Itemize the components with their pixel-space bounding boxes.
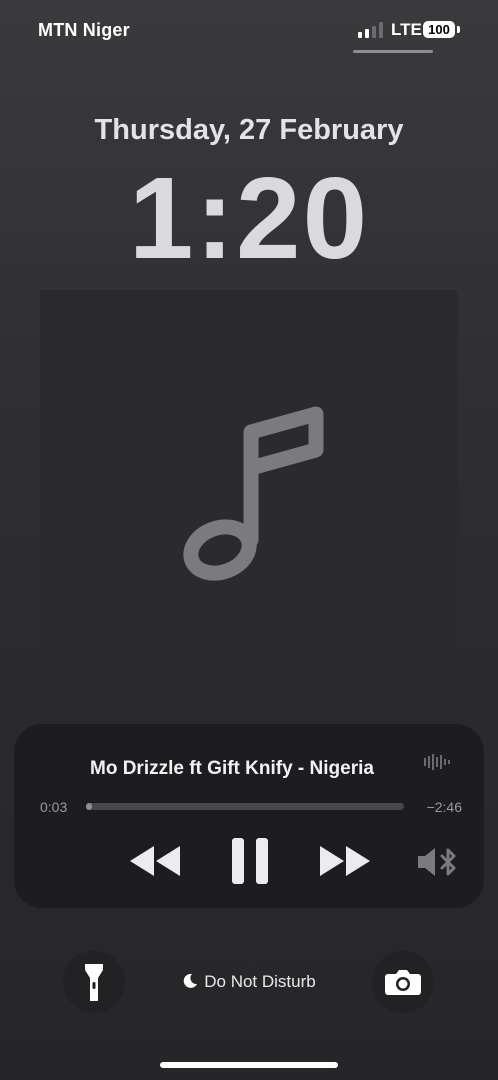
camera-icon [385,970,421,995]
focus-label: Do Not Disturb [204,972,316,991]
lockscreen-time: 1:20 [128,153,370,283]
progress-fill [86,803,93,810]
music-note-icon [183,406,324,581]
moon-icon [183,973,198,988]
carrier-name: MTN Niger [38,20,130,40]
elapsed-time: 0:03 [40,799,68,815]
remaining-time: −2:46 [426,799,462,815]
waveform-icon [424,754,450,770]
network-type: LTE [391,20,422,39]
rewind-button[interactable] [128,844,182,878]
progress-slider[interactable] [86,803,404,810]
now-playing-widget[interactable]: Mo Drizzle ft Gift Knify - Nigeria 0:03 … [14,724,484,908]
lockscreen-date: Thursday, 27 February [94,114,404,146]
home-indicator[interactable] [160,1062,338,1068]
control-center-indicator[interactable] [353,50,433,53]
fast-forward-button[interactable] [318,844,372,878]
song-title[interactable]: Mo Drizzle ft Gift Knify - Nigeria [90,758,410,780]
battery-tip [457,26,460,33]
album-artwork [40,290,458,710]
battery-indicator: 100 [423,21,455,38]
signal-strength-icon [358,22,383,38]
bluetooth-speaker-icon[interactable] [416,846,458,878]
pause-button[interactable] [232,838,268,884]
status-bar: MTN Niger LTE 100 [0,0,498,60]
camera-button[interactable] [372,951,434,1013]
